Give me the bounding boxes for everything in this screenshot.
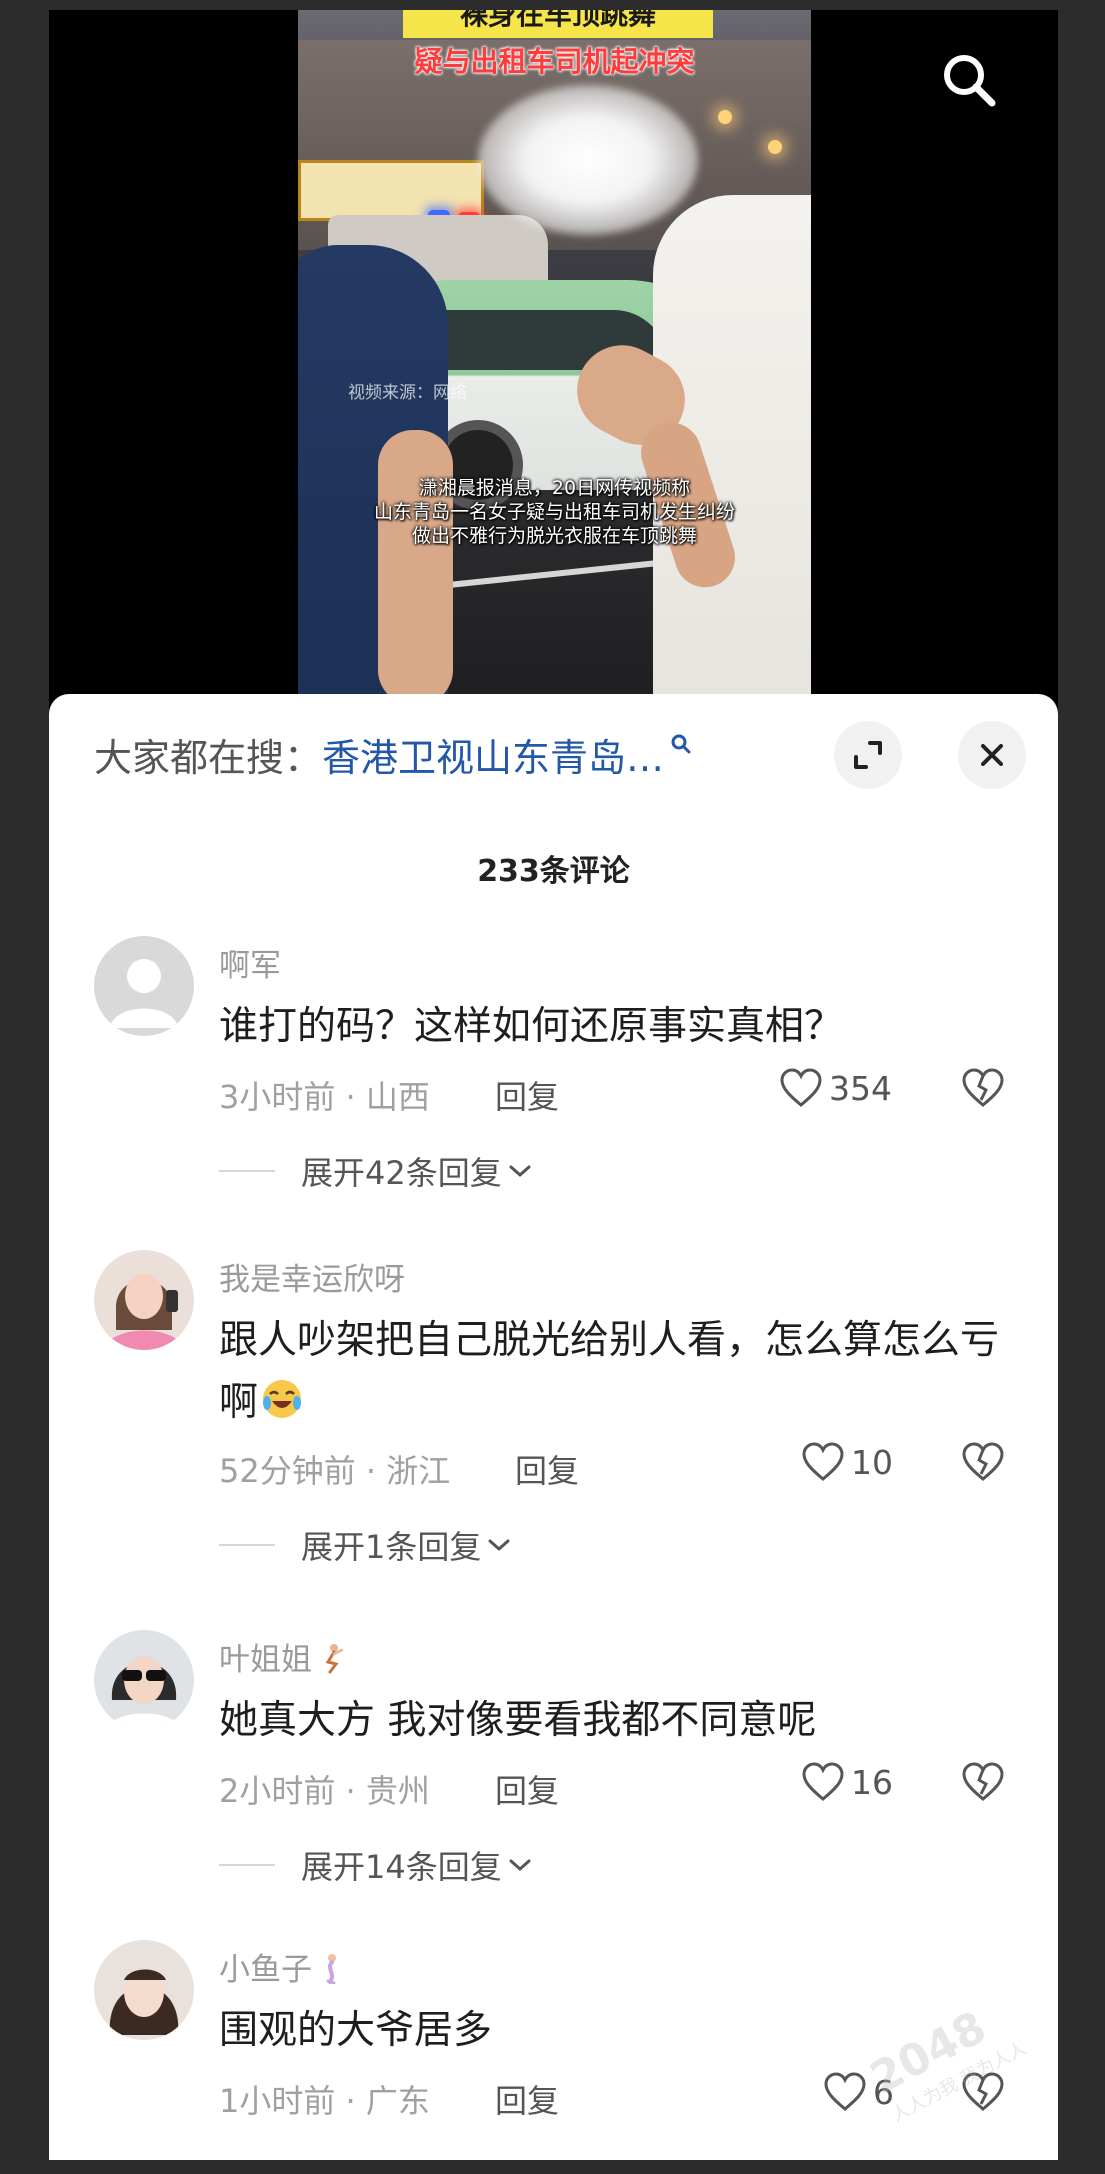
search-mini-icon bbox=[671, 734, 691, 754]
reply-button[interactable]: 回复 bbox=[495, 1766, 559, 1812]
divider bbox=[219, 1170, 275, 1172]
like-count: 16 bbox=[851, 1762, 893, 1802]
trending-search-link[interactable]: 香港卫视山东青岛… bbox=[322, 727, 664, 782]
video-store-sign bbox=[298, 160, 484, 221]
search-icon bbox=[944, 55, 996, 107]
video-arm-left bbox=[378, 430, 453, 705]
comment-meta: 1小时前 · 广东 bbox=[219, 2082, 430, 2120]
heart-icon bbox=[802, 1442, 844, 1481]
chevron-down-icon bbox=[509, 1165, 531, 1177]
user-photo-icon bbox=[94, 1630, 194, 1730]
expand-replies-button[interactable]: 展开42条回复 bbox=[219, 1148, 534, 1194]
avatar[interactable] bbox=[94, 1630, 194, 1730]
laugh-cry-emoji-icon bbox=[263, 1380, 302, 1418]
expand-icon bbox=[854, 741, 882, 769]
like-count: 354 bbox=[829, 1068, 892, 1108]
street-light bbox=[718, 110, 732, 124]
dislike-button[interactable] bbox=[961, 1442, 1005, 1486]
comments-sheet: 大家都在搜： 香港卫视山东青岛… 233条评论 啊军 谁打的码？这样如何还原事实… bbox=[49, 694, 1058, 2160]
comment-author-name: 小鱼子 bbox=[219, 1952, 312, 1988]
search-button[interactable] bbox=[939, 50, 999, 110]
street-light bbox=[768, 140, 782, 154]
comment-author[interactable]: 我是幸运欣呀 bbox=[219, 1254, 405, 1299]
trending-search-row: 大家都在搜： 香港卫视山东青岛… bbox=[94, 727, 692, 782]
user-photo-icon bbox=[94, 1250, 194, 1350]
comment-item: 我是幸运欣呀 跟人吵架把自己脱光给别人看，怎么算怎么亏啊 52分钟前 · 浙江 … bbox=[49, 1250, 1058, 1570]
comment-author[interactable]: 小鱼子 bbox=[219, 1944, 348, 1989]
expand-replies-label: 展开1条回复 bbox=[301, 1528, 482, 1566]
divider bbox=[219, 1544, 275, 1546]
user-photo-icon bbox=[94, 1940, 194, 2040]
chevron-down-icon bbox=[488, 1539, 510, 1551]
video-caption-line: 山东青岛一名女子疑与出租车司机发生纠纷 bbox=[373, 501, 735, 523]
comment-count: 233条评论 bbox=[477, 854, 630, 889]
expand-button[interactable] bbox=[834, 721, 902, 789]
dislike-button[interactable] bbox=[961, 1762, 1005, 1806]
comment-item: 叶姐姐 她真大方 我对像要看我都不同意呢 2小时前 · 贵州 回复 16 展开1… bbox=[49, 1630, 1058, 1890]
comment-author[interactable]: 叶姐姐 bbox=[219, 1634, 348, 1679]
avatar[interactable] bbox=[94, 1940, 194, 2040]
reply-button[interactable]: 回复 bbox=[495, 1072, 559, 1118]
comment-text: 谁打的码？这样如何还原事实真相？ bbox=[219, 1004, 844, 1049]
mermaid-emoji-icon bbox=[326, 1954, 336, 1984]
like-button[interactable]: 354 bbox=[779, 1068, 892, 1108]
avatar[interactable] bbox=[94, 936, 194, 1036]
like-button[interactable]: 10 bbox=[801, 1442, 893, 1482]
video-watermark: 视频来源：网络 bbox=[348, 383, 467, 403]
comment-text: 跟人吵架把自己脱光给别人看，怎么算怎么亏啊 bbox=[219, 1310, 1009, 1434]
comment-meta: 2小时前 · 贵州 bbox=[219, 1772, 430, 1810]
heart-icon bbox=[780, 1068, 822, 1107]
expand-replies-button[interactable]: 展开1条回复 bbox=[219, 1522, 513, 1568]
broken-heart-icon bbox=[962, 1442, 1004, 1481]
chevron-down-icon bbox=[509, 1859, 531, 1871]
avatar[interactable] bbox=[94, 1250, 194, 1350]
close-button[interactable] bbox=[958, 721, 1026, 789]
comment-text-body: 跟人吵架把自己脱光给别人看，怎么算怎么亏啊 bbox=[219, 1318, 1000, 1425]
video-banner-title: 裸身在车顶跳舞 bbox=[403, 10, 713, 38]
broken-heart-icon bbox=[962, 1068, 1004, 1107]
video-banner-subtitle: 疑与出租车司机起冲突 bbox=[414, 45, 695, 78]
video-caption: 潇湘晨报消息，20日网传视频称 山东青岛一名女子疑与出租车司机发生纠纷 做出不雅… bbox=[298, 476, 811, 548]
video-caption-line: 潇湘晨报消息，20日网传视频称 bbox=[418, 477, 691, 499]
video-mosaic-blur bbox=[478, 85, 698, 235]
comment-author-name: 叶姐姐 bbox=[219, 1642, 312, 1678]
expand-replies-label: 展开42条回复 bbox=[301, 1154, 502, 1192]
like-button[interactable]: 16 bbox=[801, 1762, 893, 1802]
comment-text: 她真大方 我对像要看我都不同意呢 bbox=[219, 1698, 817, 1743]
phone-screen: 裸身在车顶跳舞 疑与出租车司机起冲突 视频来源：网络 潇湘晨报消息，20日网传视… bbox=[49, 10, 1058, 2160]
default-avatar-icon bbox=[94, 936, 194, 1036]
like-count: 10 bbox=[851, 1442, 893, 1482]
video-caption-line: 做出不雅行为脱光衣服在车顶跳舞 bbox=[411, 525, 697, 547]
comment-item: 啊军 谁打的码？这样如何还原事实真相？ 3小时前 · 山西 回复 354 展开4… bbox=[49, 936, 1058, 1196]
video-player[interactable]: 裸身在车顶跳舞 疑与出租车司机起冲突 视频来源：网络 潇湘晨报消息，20日网传视… bbox=[298, 10, 811, 705]
dislike-button[interactable] bbox=[961, 1068, 1005, 1112]
divider bbox=[219, 1864, 275, 1866]
comment-meta: 52分钟前 · 浙江 bbox=[219, 1452, 451, 1490]
trending-search-label: 大家都在搜： bbox=[94, 735, 323, 780]
dancer-emoji-icon bbox=[325, 1644, 344, 1674]
heart-icon bbox=[824, 2072, 866, 2111]
reply-button[interactable]: 回复 bbox=[515, 1446, 579, 1492]
heart-icon bbox=[802, 1762, 844, 1801]
reply-button[interactable]: 回复 bbox=[495, 2076, 559, 2122]
expand-replies-label: 展开14条回复 bbox=[301, 1848, 502, 1886]
comment-author[interactable]: 啊军 bbox=[219, 940, 281, 985]
comment-meta: 3小时前 · 山西 bbox=[219, 1078, 430, 1116]
close-icon bbox=[981, 744, 1003, 766]
broken-heart-icon bbox=[962, 1762, 1004, 1801]
expand-replies-button[interactable]: 展开14条回复 bbox=[219, 1842, 534, 1888]
